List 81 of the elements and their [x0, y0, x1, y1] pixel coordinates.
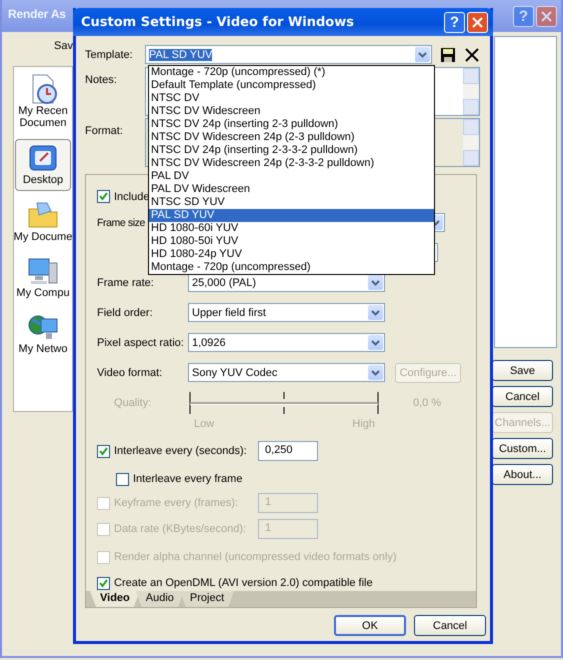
scrollbar[interactable]: [463, 119, 479, 166]
dropdown-option[interactable]: HD 1080-60i YUV: [149, 222, 434, 235]
template-value: PAL SD YUV: [149, 48, 212, 60]
dropdown-option[interactable]: HD 1080-50i YUV: [149, 235, 434, 248]
dropdown-option[interactable]: Default Template (uncompressed): [149, 79, 434, 92]
save-icon[interactable]: [440, 46, 456, 62]
template-dropdown[interactable]: PAL SD YUV: [145, 45, 432, 64]
place-label: My Docume: [14, 231, 72, 243]
field-label: Pixel aspect ratio:: [97, 336, 185, 348]
high-label: High: [352, 418, 375, 430]
dropdown-option[interactable]: NTSC DV: [149, 92, 434, 105]
checkbox-label: Render alpha channel (uncompressed video formats only): [114, 551, 396, 563]
dropdown-option[interactable]: NTSC DV Widescreen 24p (2-3-3-2 pulldown): [149, 157, 434, 170]
field-label: Frame rate:: [97, 276, 155, 288]
places-item[interactable]: My Compu: [15, 253, 71, 303]
tab[interactable]: Audio: [136, 591, 184, 607]
dropdown-option[interactable]: NTSC DV Widescreen: [149, 105, 434, 118]
scrollbar[interactable]: [463, 68, 479, 115]
dropdown[interactable]: Upper field first: [188, 303, 385, 322]
notes-label: Notes:: [85, 73, 118, 88]
dialog-button[interactable]: Cancel: [414, 615, 486, 636]
place-label: My Netwo: [18, 343, 68, 355]
dialog-button[interactable]: About...: [492, 464, 553, 485]
template-label: Template:: [85, 48, 134, 60]
close-icon: [472, 16, 483, 28]
dropdown-value: 25,000 (PAL): [191, 276, 258, 288]
low-label: Low: [194, 418, 214, 430]
dropdown-value: Upper field first: [191, 306, 267, 318]
dropdown-option[interactable]: NTSC DV Widescreen 24p (2-3 pulldown): [149, 131, 434, 144]
dropdown-option[interactable]: NTSC DV 24p (inserting 2-3 pulldown): [149, 118, 434, 131]
dialog-title: Custom Settings - Video for Windows: [81, 14, 354, 30]
text-field[interactable]: 0,250: [258, 441, 318, 461]
help-button[interactable]: ?: [444, 12, 465, 32]
dialog-button[interactable]: Cancel: [492, 386, 553, 407]
checkbox-label: Include: [114, 190, 150, 202]
dropdown-value: Sony YUV Codec: [191, 366, 278, 378]
dropdown-option[interactable]: PAL SD YUV: [149, 209, 434, 222]
quality-reading: 0,0 %: [413, 396, 442, 411]
window-title: Render As: [8, 7, 66, 21]
places-item[interactable]: My Docume: [15, 197, 71, 247]
checkbox[interactable]: [97, 444, 110, 458]
dialog-button[interactable]: OK: [334, 615, 406, 636]
dropdown[interactable]: 1,0926: [188, 333, 385, 352]
dropdown-option[interactable]: Montage - 720p (uncompressed): [149, 261, 434, 274]
close-icon: [541, 10, 552, 22]
checkbox[interactable]: [97, 190, 110, 203]
delete-icon[interactable]: [464, 46, 480, 62]
places-item[interactable]: My Netwo: [15, 309, 71, 359]
format-label: Format:: [85, 124, 124, 139]
checkbox-label: Interleave every frame: [133, 473, 242, 485]
checkbox-label: Data rate (KBytes/second):: [114, 523, 248, 535]
dropdown[interactable]: Sony YUV Codec: [188, 363, 385, 382]
dropdown-value: 1,0926: [191, 336, 227, 348]
dialog-button[interactable]: Custom...: [492, 438, 553, 459]
places-item[interactable]: Desktop: [15, 139, 71, 191]
save-in-label: Sav: [54, 40, 73, 54]
close-button[interactable]: [467, 12, 488, 32]
quality-label: Quality:: [113, 396, 152, 411]
dropdown-option[interactable]: Montage - 720p (uncompressed) (*): [149, 66, 434, 79]
dropdown-option[interactable]: NTSC SD YUV: [149, 196, 434, 209]
checkbox[interactable]: [116, 472, 129, 486]
dropdown-option[interactable]: PAL DV Widescreen: [149, 183, 434, 196]
close-button[interactable]: [536, 6, 557, 26]
place-label: My Compu: [16, 287, 70, 299]
checkbox[interactable]: [97, 576, 110, 590]
field-label: Video format:: [97, 366, 164, 378]
tab[interactable]: Project: [180, 591, 234, 607]
tab[interactable]: Video: [90, 591, 140, 607]
dropdown-option[interactable]: PAL DV: [149, 170, 434, 183]
dialog-button[interactable]: Save: [492, 360, 553, 381]
checkbox-label: Interleave every (seconds):: [114, 445, 248, 457]
checkbox-label: Create an OpenDML (AVI version 2.0) compatible file: [114, 577, 373, 589]
place-label: My Recen: [18, 105, 68, 117]
place-label: Desktop: [22, 174, 64, 186]
field-label: Field order:: [97, 306, 154, 318]
place-label: Documen: [19, 117, 67, 129]
dropdown-option[interactable]: NTSC DV 24p (inserting 2-3-3-2 pulldown): [149, 144, 434, 157]
frame-size-label: Frame size: [97, 216, 145, 228]
dropdown-option[interactable]: HD 1080-24p YUV: [149, 248, 434, 261]
checkbox-label: Keyframe every (frames):: [114, 497, 240, 509]
places-item[interactable]: My Recen Documen: [15, 71, 71, 133]
